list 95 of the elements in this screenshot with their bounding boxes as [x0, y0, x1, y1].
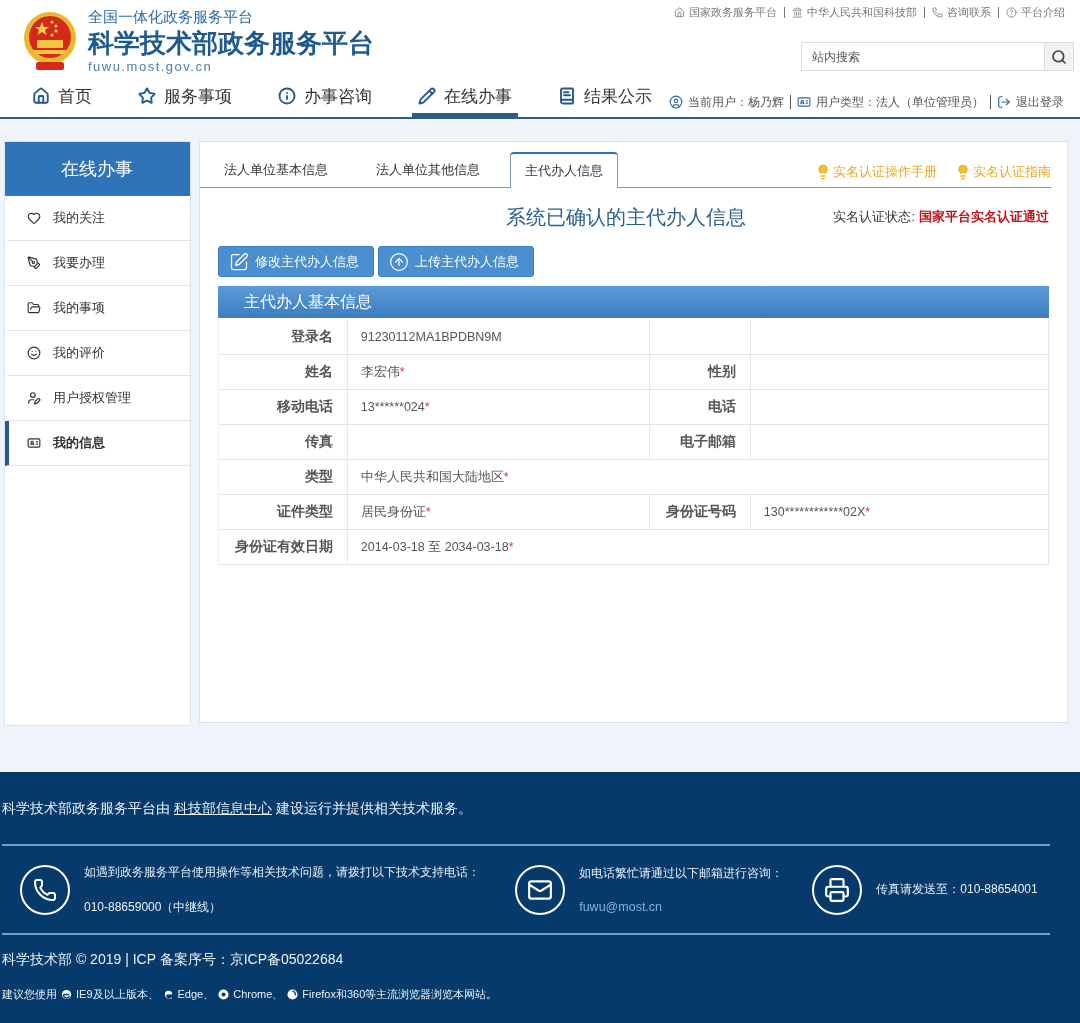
page-heading: 系统已确认的主代办人信息	[505, 204, 746, 230]
info-icon	[278, 87, 296, 105]
pencil-icon	[418, 87, 436, 105]
platform-subtitle: 全国一体化政务服务平台	[88, 8, 254, 27]
info-center-link[interactable]: 科技部信息中心	[173, 800, 272, 816]
user-info-link[interactable]: 当前用户：杨乃辉	[663, 95, 790, 109]
required-mark: *	[424, 400, 430, 414]
id-card-icon	[797, 95, 811, 109]
browser-note: Firefox和360等主流浏览器浏览本网站。	[302, 987, 498, 1002]
edge-icon	[162, 989, 174, 1000]
fax-icon	[824, 876, 851, 903]
sidebar-item[interactable]: 我的评价	[5, 331, 190, 376]
field-label: 证件类型	[218, 495, 348, 530]
bank-icon	[792, 6, 803, 18]
home-icon	[32, 87, 50, 105]
browser-note: IE9及以上版本、	[76, 987, 159, 1002]
site-domain: fuwu.most.gov.cn	[88, 59, 214, 74]
top-link[interactable]: 平台介绍	[998, 6, 1072, 18]
search-icon	[1051, 48, 1067, 65]
footer-statement: 科学技术部政务服务平台由 科技部信息中心 建设运行并提供相关技术服务。	[2, 799, 473, 818]
user-edit-icon	[27, 391, 41, 405]
browser-note: Edge、	[177, 987, 215, 1002]
phone-icon	[33, 877, 57, 902]
field-value: 2014-03-18 至 2034-03-18*	[347, 530, 1049, 565]
phone-icon	[932, 6, 943, 18]
heart-icon	[27, 211, 41, 225]
sidebar-item[interactable]: 我的事项	[5, 286, 190, 331]
sidebar-title: 在线办事	[5, 142, 190, 196]
search-button[interactable]	[1044, 42, 1074, 71]
user-info-link[interactable]: 用户类型：法人（单位管理员）	[790, 95, 990, 109]
field-value: 中华人民共和国大陆地区*	[347, 460, 1049, 495]
sidebar-item[interactable]: 我的信息	[5, 421, 190, 466]
smile-icon	[27, 346, 41, 360]
email-link[interactable]: fuwu@most.cn	[579, 900, 784, 914]
required-mark: *	[865, 505, 871, 519]
field-label: 性别	[649, 355, 751, 390]
field-label: 传真	[218, 425, 348, 460]
contact-text: 传真请发送至：010-88654001	[876, 881, 1038, 898]
status-label: 实名认证状态:	[833, 208, 915, 226]
site-title: 科学技术部政务服务平台	[88, 27, 374, 59]
firefox-icon	[287, 989, 299, 1000]
logout-link[interactable]: 退出登录	[990, 95, 1070, 109]
help-icon	[1006, 6, 1017, 18]
user-icon	[669, 95, 683, 109]
status-value: 国家平台实名认证通过	[919, 208, 1049, 226]
upload-icon	[388, 251, 409, 272]
required-mark: *	[399, 365, 405, 379]
star-icon	[138, 87, 156, 105]
top-link[interactable]: 中华人民共和国科技部	[784, 6, 924, 18]
ie-icon	[61, 989, 72, 1000]
lightbulb-icon	[955, 164, 971, 180]
browser-note: Chrome、	[233, 987, 284, 1002]
tab[interactable]: 主代办人信息	[509, 152, 618, 188]
field-value: 130************02X*	[750, 495, 1049, 530]
id-card-icon	[27, 436, 41, 450]
book-icon	[558, 87, 576, 105]
folder-icon	[27, 301, 41, 315]
top-link[interactable]: 国家政务服务平台	[667, 6, 784, 18]
nav-item[interactable]: 首页	[26, 79, 98, 117]
nav-item[interactable]: 办事咨询	[272, 79, 378, 117]
field-value: 李宏伟*	[347, 355, 650, 390]
sidebar-item[interactable]: 用户授权管理	[5, 376, 190, 421]
field-label: 电话	[649, 390, 751, 425]
logout-icon	[997, 95, 1011, 109]
nav-item[interactable]: 服务事项	[132, 79, 238, 117]
lightbulb-icon	[815, 164, 831, 180]
contact-detail: 010-88659000（中继线）	[84, 898, 223, 916]
top-link[interactable]: 咨询联系	[924, 6, 998, 18]
field-value: 居民身份证*	[347, 495, 650, 530]
field-value: 13******024*	[347, 390, 650, 425]
required-mark: *	[508, 540, 514, 554]
emblem-logo	[22, 10, 78, 72]
home-icon	[674, 6, 685, 18]
copyright: 科学技术部 © 2019 | ICP 备案序号：京ICP备05022684	[2, 951, 345, 969]
sidebar-item[interactable]: 我要办理	[5, 241, 190, 286]
field-value: 91230112MA1BPDBN9M	[347, 320, 650, 355]
nav-item[interactable]: 结果公示	[552, 79, 658, 117]
field-label: 身份证号码	[649, 495, 751, 530]
pen-icon	[27, 256, 41, 270]
required-mark: *	[425, 505, 431, 519]
chrome-icon	[218, 989, 230, 1000]
field-label: 姓名	[218, 355, 348, 390]
required-mark: *	[503, 470, 509, 484]
contact-text: 如电话繁忙请通过以下邮箱进行咨询：	[579, 865, 784, 882]
field-label: 类型	[218, 460, 348, 495]
browser-note: 建议您使用	[2, 987, 57, 1002]
field-label: 登录名	[218, 320, 348, 355]
field-label: 身份证有效日期	[218, 530, 348, 565]
search-field[interactable]: 站内搜索	[801, 42, 1044, 71]
contact-text: 如遇到政务服务平台使用操作等相关技术问题，请拨打以下技术支持电话：	[84, 863, 480, 881]
edit-icon	[228, 251, 249, 272]
field-label: 电子邮箱	[649, 425, 751, 460]
field-label: 移动电话	[218, 390, 348, 425]
sidebar-item[interactable]: 我的关注	[5, 196, 190, 241]
section-header: 主代办人基本信息	[217, 286, 1049, 318]
